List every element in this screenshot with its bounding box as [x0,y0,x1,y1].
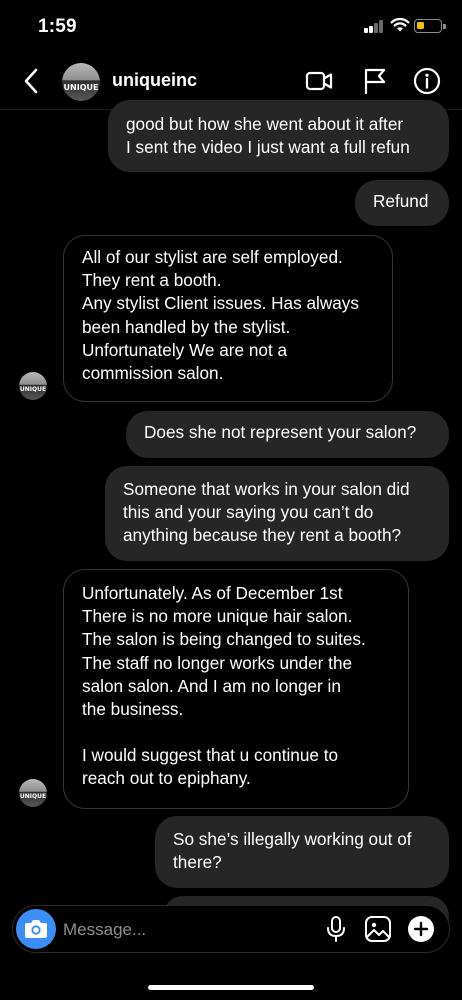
message-bubble-sent[interactable]: So she’s illegally working out of there? [155,816,449,888]
message-text: I sent the video I just want a full refu… [126,137,410,158]
message-text: Unfortunately We are not a [82,339,288,360]
message-bubble-sent[interactable]: Refund [355,180,449,226]
plus-icon[interactable] [407,915,435,943]
status-bar: 1:59 [0,0,462,54]
message-text: There is no more unique hair salon. [82,606,353,627]
battery-icon [414,19,442,33]
back-icon[interactable] [18,66,46,96]
signal-icon [364,20,384,33]
avatar[interactable]: UNIQUE [19,779,47,807]
message-bubble-received[interactable]: All of our stylist are self employed. Th… [63,235,393,402]
message-text: salon salon. And I am no longer in [82,675,341,696]
message-text: The staff no longer works under the [82,652,353,673]
info-icon[interactable] [412,66,442,96]
message-text: been handled by the stylist. [82,316,291,337]
avatar[interactable]: UNIQUE [19,372,47,400]
message-text: there? [173,852,222,873]
message-composer [12,905,450,953]
avatar[interactable]: UNIQUE [62,63,100,101]
gallery-icon[interactable] [364,915,392,943]
message-text: commission salon. [82,363,224,384]
microphone-icon[interactable] [322,915,350,943]
home-indicator[interactable] [148,985,314,990]
message-text: Someone that works in your salon did [123,479,410,499]
wifi-icon [390,17,410,32]
camera-icon [25,920,47,938]
message-text: the business. [82,699,184,720]
message-input[interactable] [63,918,323,942]
message-text: Unfortunately. As of December 1st [82,583,343,603]
message-bubble-sent[interactable]: good but how she went about it after I s… [108,100,449,172]
video-call-icon[interactable] [304,66,334,96]
flag-icon[interactable] [360,66,390,96]
battery-nub [443,24,446,29]
message-text: All of our stylist are self employed. [82,247,343,267]
chat-username[interactable]: uniqueinc [112,70,197,91]
message-bubble-sent[interactable]: Someone that works in your salon did thi… [105,466,449,561]
message-text: They rent a booth. [82,270,222,291]
message-text: good but how she went about it after [126,114,404,134]
message-text: The salon is being changed to suites. [82,629,366,650]
message-text: reach out to epiphany. [82,768,251,789]
message-bubble-received[interactable]: Unfortunately. As of December 1st There … [63,569,409,809]
message-text: Refund [373,191,429,211]
message-text: this and your saying you can’t do [123,502,374,523]
message-text: Any stylist Client issues. Has always [82,293,359,314]
message-text: So she’s illegally working out of [173,829,412,849]
status-time: 1:59 [38,16,77,37]
message-bubble-sent[interactable]: Does she not represent your salon? [126,411,449,458]
message-text: I would suggest that u continue to [82,745,339,766]
message-text: anything because they rent a booth? [123,525,402,546]
message-text: Does she not represent your salon? [144,422,417,442]
camera-button[interactable] [16,909,56,949]
